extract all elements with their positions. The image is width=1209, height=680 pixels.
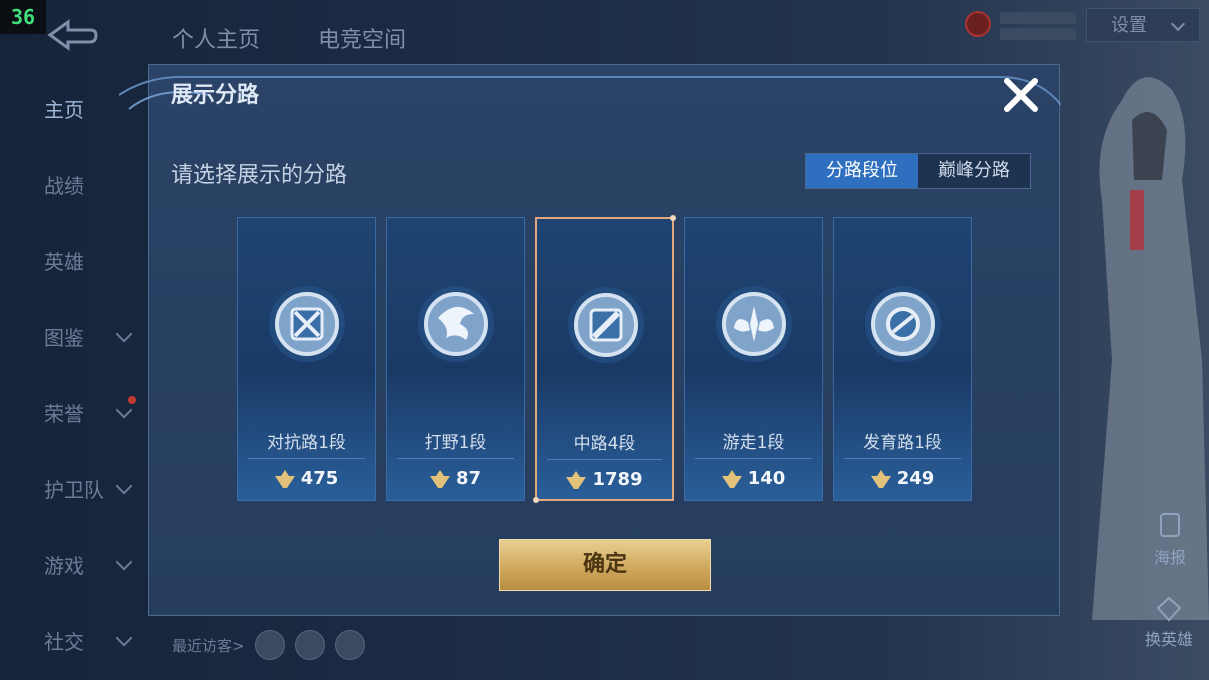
selection-corner	[533, 497, 539, 503]
divider	[397, 458, 514, 459]
avatar[interactable]	[334, 630, 365, 660]
sidebar-item-guard-team[interactable]: 护卫队	[0, 450, 150, 526]
lane-card[interactable]: 游走1段 140	[684, 217, 823, 501]
poster-button[interactable]: 海报	[1140, 510, 1200, 568]
avatar[interactable]	[294, 630, 325, 660]
roam-icon	[716, 286, 792, 362]
notification-dot	[128, 396, 136, 404]
sidebar-item-games[interactable]: 游戏	[0, 526, 150, 602]
sidebar-item-label: 护卫队	[44, 477, 104, 502]
lane-card[interactable]: 发育路1段 249	[833, 217, 972, 501]
avatar[interactable]	[254, 630, 285, 660]
top-tabs: 个人主页 电竞空间	[172, 22, 406, 54]
switch-hero-label: 换英雄	[1144, 630, 1193, 649]
sidebar-item-label: 游戏	[44, 553, 84, 578]
sidebar-item-social[interactable]: 社交	[0, 602, 150, 678]
player-badge-icon	[965, 11, 1076, 40]
selection-corner	[670, 215, 676, 221]
confirm-button[interactable]: 确定	[499, 539, 711, 591]
tab-lane-rank[interactable]: 分路段位	[806, 154, 918, 188]
lane-score-value: 249	[896, 468, 935, 489]
back-arrow-icon[interactable]	[40, 18, 100, 52]
chevron-down-icon	[115, 477, 133, 495]
lane-name: 发育路1段	[863, 433, 942, 453]
rank-points-icon	[721, 469, 742, 488]
chevron-down-icon	[115, 325, 133, 343]
lane-score: 1789	[537, 469, 672, 490]
rank-points-icon	[870, 469, 891, 488]
poster-label: 海报	[1153, 548, 1186, 567]
sidebar-item-record[interactable]: 战绩	[0, 146, 150, 222]
settings-dropdown[interactable]: 设置	[1086, 8, 1200, 42]
chevron-down-icon	[115, 401, 133, 419]
rank-points-icon	[274, 469, 295, 488]
dialog-prompt: 请选择展示的分路	[171, 163, 348, 188]
sidebar-item-label: 社交	[44, 629, 84, 654]
lane-score: 140	[685, 468, 822, 489]
clash-lane-icon	[269, 286, 345, 362]
sidebar-item-honor[interactable]: 荣誉	[0, 374, 150, 450]
tab-peak-lane[interactable]: 巅峰分路	[918, 154, 1030, 188]
lane-score: 249	[834, 468, 971, 489]
divider	[695, 458, 812, 459]
lane-score: 87	[387, 468, 524, 489]
lane-card[interactable]: 打野1段 87	[386, 217, 525, 501]
divider	[547, 459, 662, 460]
sidebar-item-label: 主页	[44, 97, 84, 122]
recent-visitors-label: 最近访客>	[172, 636, 245, 655]
chevron-down-icon	[115, 629, 133, 647]
lane-name: 打野1段	[424, 433, 487, 453]
sidebar-item-label: 图鉴	[44, 325, 84, 350]
divider	[248, 458, 365, 459]
tab-esports[interactable]: 电竞空间	[318, 22, 406, 54]
mid-lane-icon	[568, 287, 644, 363]
lane-score-value: 140	[747, 468, 786, 489]
lane-card-list: 对抗路1段 475 打野1段 87 中路4段 1789 游走1段 140 发育路…	[237, 215, 972, 503]
lane-card[interactable]: 对抗路1段 475	[237, 217, 376, 501]
lane-score-value: 475	[300, 468, 339, 489]
sidebar: 主页 战绩 英雄 图鉴 荣誉 护卫队 游戏 社交	[0, 70, 150, 678]
sidebar-item-label: 英雄	[44, 249, 84, 274]
lane-card-selected[interactable]: 中路4段 1789	[533, 215, 676, 503]
recent-visitors[interactable]: 最近访客>	[172, 630, 365, 660]
sidebar-item-label: 荣誉	[44, 401, 84, 426]
dialog-title: 展示分路	[171, 83, 260, 108]
lane-display-dialog: 展示分路 请选择展示的分路 分路段位 巅峰分路 对抗路1段 475 打野1段 8…	[119, 64, 1061, 616]
lane-score-value: 87	[455, 468, 482, 489]
chevron-down-icon	[1170, 16, 1186, 32]
lane-name: 中路4段	[573, 434, 636, 454]
rank-points-icon	[566, 470, 587, 489]
sidebar-item-label: 战绩	[44, 173, 84, 198]
switch-hero-icon	[1156, 596, 1182, 622]
chevron-down-icon	[115, 553, 133, 571]
switch-hero-button[interactable]: 换英雄	[1136, 596, 1202, 650]
view-toggle: 分路段位 巅峰分路	[805, 153, 1031, 189]
close-icon[interactable]	[999, 73, 1043, 117]
lane-name: 游走1段	[722, 433, 785, 453]
lane-name: 对抗路1段	[267, 433, 346, 453]
sidebar-item-codex[interactable]: 图鉴	[0, 298, 150, 374]
settings-label: 设置	[1111, 15, 1147, 36]
sidebar-item-heroes[interactable]: 英雄	[0, 222, 150, 298]
farm-lane-icon	[865, 286, 941, 362]
dialog-header-ornament	[119, 75, 1061, 110]
lane-score: 475	[238, 468, 375, 489]
poster-icon	[1160, 513, 1180, 537]
lane-score-value: 1789	[592, 469, 643, 490]
tab-profile[interactable]: 个人主页	[172, 22, 260, 54]
divider	[844, 458, 961, 459]
jungle-icon	[418, 286, 494, 362]
rank-points-icon	[429, 469, 450, 488]
